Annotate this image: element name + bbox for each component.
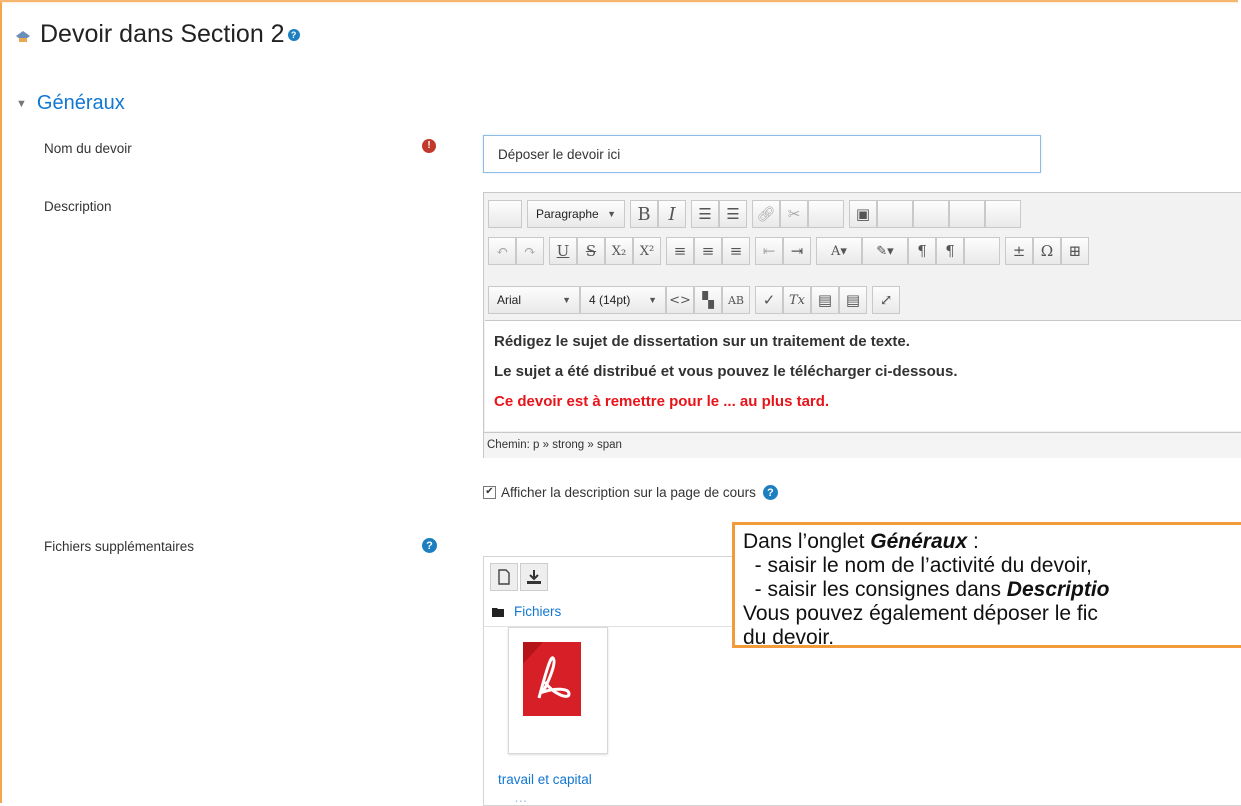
file-name[interactable]: travail et capital: [498, 772, 592, 787]
remove-format-button[interactable]: Tx: [783, 286, 811, 314]
editor-path: Chemin: p » strong » span: [484, 432, 1241, 458]
new-file-icon[interactable]: [490, 563, 518, 591]
text-color-button[interactable]: A▾: [816, 237, 862, 265]
italic-button[interactable]: I: [658, 200, 686, 228]
file-name-line-2: …: [514, 790, 528, 805]
callout-line-3: - saisir les consignes dans: [743, 578, 1007, 601]
align-center-button[interactable]: ≡: [694, 237, 722, 265]
required-icon: !: [422, 139, 436, 153]
link-button[interactable]: 🔗︎: [752, 200, 780, 228]
subscript-button[interactable]: X₂: [605, 237, 633, 265]
unlink-button[interactable]: ✂: [780, 200, 808, 228]
callout-line-4: Vous pouvez également déposer le fic: [743, 602, 1098, 625]
insert-button[interactable]: ±: [1005, 237, 1033, 265]
page-title-text: Devoir dans Section 2: [40, 20, 285, 48]
description-label: Description: [44, 199, 112, 214]
editor-content[interactable]: Rédigez le sujet de dissertation sur un …: [485, 320, 1241, 431]
table-button[interactable]: ⊞: [1061, 237, 1089, 265]
activity-icon: [16, 30, 30, 42]
paste-word-button[interactable]: ▤: [839, 286, 867, 314]
replace-button[interactable]: AB: [722, 286, 750, 314]
pdf-icon: [523, 642, 581, 716]
find-button[interactable]: ▚: [694, 286, 722, 314]
numbered-list-button[interactable]: ☰: [719, 200, 747, 228]
indent-button[interactable]: ⇥: [783, 237, 811, 265]
editor-line-1: Rédigez le sujet de dissertation sur un …: [494, 333, 910, 350]
chevron-down-icon: ▼: [607, 209, 616, 219]
callout-line-2: - saisir le nom de l’activité du devoir,: [743, 554, 1092, 577]
rtl-button[interactable]: ¶: [936, 237, 964, 265]
folder-name: Fichiers: [514, 604, 562, 619]
undo-button[interactable]: ↶: [488, 237, 516, 265]
font-select-value: Arial: [497, 293, 522, 307]
chevron-down-icon: ▼: [562, 295, 571, 305]
page-title: Devoir dans Section 2 ?: [14, 20, 300, 49]
name-input[interactable]: [483, 135, 1041, 173]
callout-emphasis-2: Descriptio: [1006, 578, 1110, 601]
image-button[interactable]: ▣: [849, 200, 877, 228]
highlight-color-button[interactable]: ✎▾: [862, 237, 908, 265]
size-select-value: 4 (14pt): [589, 293, 631, 307]
instruction-callout: Dans l’onglet Généraux : - saisir le nom…: [732, 522, 1241, 648]
name-label: Nom du devoir: [44, 141, 132, 156]
section-title: Généraux: [36, 92, 125, 114]
ltr-button[interactable]: ¶: [908, 237, 936, 265]
format-select[interactable]: Paragraphe ▼: [527, 200, 625, 228]
chart-button[interactable]: [985, 200, 1021, 228]
font-select[interactable]: Arial ▼: [488, 286, 580, 314]
show-description-checkbox[interactable]: ✔: [483, 486, 496, 499]
files-label: Fichiers supplémentaires: [44, 539, 195, 554]
fullscreen-button[interactable]: ⤢: [872, 286, 900, 314]
folder-icon: [492, 607, 504, 617]
align-right-button[interactable]: ≡: [722, 237, 750, 265]
show-description-label: Afficher la description sur la page de c…: [501, 485, 756, 500]
callout-line-5: du devoir.: [743, 626, 835, 648]
media-button[interactable]: [877, 200, 913, 228]
superscript-button[interactable]: X²: [633, 237, 661, 265]
chevron-down-icon: ▼: [648, 295, 657, 305]
align-left-button[interactable]: ≡: [666, 237, 694, 265]
clear-format-button[interactable]: ✓: [755, 286, 783, 314]
redo-button[interactable]: ↷: [516, 237, 544, 265]
underline-button[interactable]: U: [549, 237, 577, 265]
caret-down-icon: ▼: [16, 97, 27, 110]
outdent-button[interactable]: ⇤: [755, 237, 783, 265]
strikethrough-button[interactable]: S: [577, 237, 605, 265]
format-select-value: Paragraphe: [536, 207, 599, 221]
html-editor: Paragraphe ▼ B I ☰ ☰ 🔗︎ ✂ ▣ ↶ ↷ U S X₂ X²…: [483, 192, 1241, 458]
callout-line-1: Dans l’onglet: [743, 530, 871, 553]
bullet-list-button[interactable]: ☰: [691, 200, 719, 228]
html-source-button[interactable]: <>: [666, 286, 694, 314]
editor-line-3: Ce devoir est à remettre pour le ... au …: [494, 393, 830, 410]
special-char-button[interactable]: Ω: [1033, 237, 1061, 265]
help-icon[interactable]: ?: [287, 28, 300, 41]
equation-button[interactable]: [949, 200, 985, 228]
download-icon[interactable]: [520, 563, 548, 591]
show-description-row[interactable]: ✔ Afficher la description sur la page de…: [483, 485, 778, 500]
recorder-button[interactable]: [913, 200, 949, 228]
blank-button[interactable]: [808, 200, 844, 228]
editor-line-2: Le sujet a été distribué et vous pouvez …: [494, 363, 958, 380]
file-thumbnail[interactable]: [508, 627, 608, 754]
callout-line-1-suffix: :: [967, 530, 979, 553]
blank-button-2[interactable]: [964, 237, 1000, 265]
paste-button[interactable]: ▤: [811, 286, 839, 314]
bold-button[interactable]: B: [630, 200, 658, 228]
undo-spacer-button[interactable]: [488, 200, 522, 228]
folder-path[interactable]: Fichiers: [492, 604, 561, 619]
size-select[interactable]: 4 (14pt) ▼: [580, 286, 666, 314]
help-icon[interactable]: ?: [762, 485, 778, 500]
help-icon[interactable]: ?: [422, 538, 437, 553]
callout-emphasis-1: Généraux: [870, 530, 968, 553]
section-toggle-generaux[interactable]: ▼ Généraux: [16, 92, 125, 115]
